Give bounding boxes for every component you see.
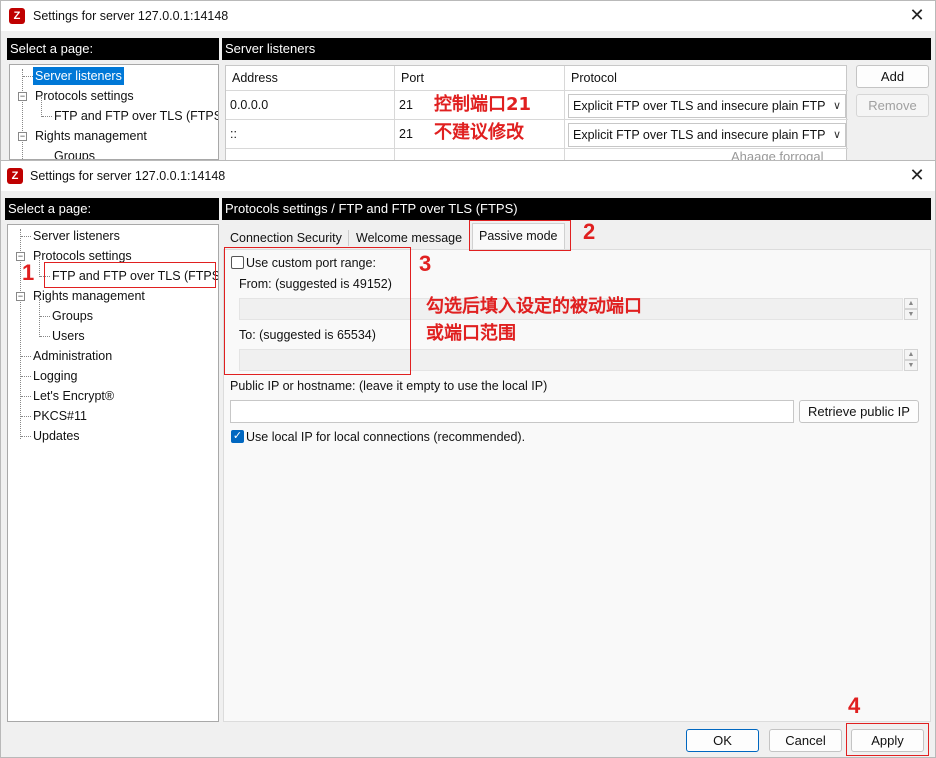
- highlight-apply-button: [846, 723, 929, 756]
- tree-administration[interactable]: Administration: [31, 347, 114, 365]
- back-tree-groups[interactable]: Groups: [52, 147, 97, 159]
- chevron-down-icon: ∨: [832, 100, 841, 112]
- row2-protocol-value: Explicit FTP over TLS and insecure plain…: [573, 128, 826, 142]
- row2-address[interactable]: ::: [230, 127, 237, 141]
- public-ip-input[interactable]: [230, 400, 794, 423]
- use-local-ip-label[interactable]: Use local IP for local connections (reco…: [246, 430, 525, 444]
- row2-port[interactable]: 21: [399, 127, 413, 141]
- highlight-ftps-tree-item: [44, 262, 216, 288]
- cancel-button[interactable]: Cancel: [769, 729, 842, 752]
- back-window-title: Settings for server 127.0.0.1:14148: [33, 9, 229, 23]
- row1-port[interactable]: 21: [399, 98, 413, 112]
- tree-groups[interactable]: Groups: [50, 307, 95, 325]
- annotation-number-1: 1: [22, 260, 35, 285]
- note-passive-line2: 或端口范围: [426, 323, 516, 344]
- annotation-number-2: 2: [583, 219, 596, 244]
- front-window-title: Settings for server 127.0.0.1:14148: [30, 169, 226, 183]
- back-collapse-icon[interactable]: −: [18, 92, 27, 101]
- listeners-grid: Address Port Protocol 0.0.0.0 21 Explici…: [225, 65, 848, 162]
- back-title-bar: Z Settings for server 127.0.0.1:14148 ✕: [1, 1, 935, 31]
- annotation-number-3: 3: [419, 251, 432, 276]
- highlight-passive-tab: [469, 220, 571, 251]
- add-listener-button[interactable]: Add: [856, 65, 929, 88]
- tree-logging[interactable]: Logging: [31, 367, 80, 385]
- back-tree-protocols-settings[interactable]: Protocols settings: [33, 87, 136, 105]
- note-port-line1: 控制端口21: [434, 94, 532, 115]
- front-close-icon[interactable]: ✕: [909, 165, 925, 186]
- filezilla-icon: Z: [9, 8, 25, 24]
- ok-button[interactable]: OK: [686, 729, 759, 752]
- front-select-page-header: Select a page:: [5, 198, 219, 220]
- row1-address[interactable]: 0.0.0.0: [230, 98, 268, 112]
- back-close-icon[interactable]: ✕: [909, 5, 925, 26]
- use-local-ip-checkbox[interactable]: ✓: [231, 430, 244, 443]
- back-tree-rights-management[interactable]: Rights management: [33, 127, 149, 145]
- back-tree-server-listeners[interactable]: Server listeners: [33, 67, 124, 85]
- back-tree-ftps[interactable]: FTP and FTP over TLS (FTPS): [52, 107, 218, 125]
- tree-updates[interactable]: Updates: [31, 427, 82, 445]
- tree-lets-encrypt[interactable]: Let's Encrypt®: [31, 387, 116, 405]
- rights-collapse-icon[interactable]: −: [16, 292, 25, 301]
- tree-server-listeners[interactable]: Server listeners: [31, 227, 122, 245]
- front-panel-title: Protocols settings / FTP and FTP over TL…: [222, 198, 931, 220]
- note-port-line2: 不建议修改: [434, 122, 524, 143]
- col-port[interactable]: Port: [401, 71, 424, 85]
- tree-pkcs11[interactable]: PKCS#11: [31, 407, 89, 425]
- filezilla-icon: Z: [7, 168, 23, 184]
- back-page-tree: Server listeners − Protocols settings FT…: [9, 64, 219, 160]
- to-port-spin-up[interactable]: ▲: [904, 349, 918, 360]
- row1-protocol-select[interactable]: Explicit FTP over TLS and insecure plain…: [568, 94, 846, 118]
- from-port-spin-down[interactable]: ▼: [904, 309, 918, 320]
- tree-users[interactable]: Users: [50, 327, 87, 345]
- public-ip-label: Public IP or hostname: (leave it empty t…: [230, 379, 548, 393]
- col-address[interactable]: Address: [232, 71, 278, 85]
- back-collapse-icon-2[interactable]: −: [18, 132, 27, 141]
- front-title-bar: Z Settings for server 127.0.0.1:14148 ✕: [1, 161, 935, 191]
- col-protocol[interactable]: Protocol: [571, 71, 617, 85]
- highlight-port-range: [224, 247, 411, 375]
- back-select-page-header: Select a page:: [7, 38, 219, 60]
- row2-protocol-select[interactable]: Explicit FTP over TLS and insecure plain…: [568, 123, 846, 147]
- front-page-tree: Server listeners − Protocols settings FT…: [7, 224, 219, 722]
- chevron-down-icon: ∨: [832, 129, 841, 141]
- note-passive-line1: 勾选后填入设定的被动端口: [426, 296, 642, 317]
- remove-listener-button[interactable]: Remove: [856, 94, 929, 117]
- row1-protocol-value: Explicit FTP over TLS and insecure plain…: [573, 99, 826, 113]
- annotation-number-4: 4: [848, 693, 861, 718]
- retrieve-public-ip-button[interactable]: Retrieve public IP: [799, 400, 919, 423]
- to-port-spin-down[interactable]: ▼: [904, 360, 918, 371]
- tree-rights-management[interactable]: Rights management: [31, 287, 147, 305]
- back-panel-title: Server listeners: [222, 38, 931, 60]
- from-port-spin-up[interactable]: ▲: [904, 298, 918, 309]
- front-settings-window: Z Settings for server 127.0.0.1:14148 ✕ …: [0, 160, 936, 758]
